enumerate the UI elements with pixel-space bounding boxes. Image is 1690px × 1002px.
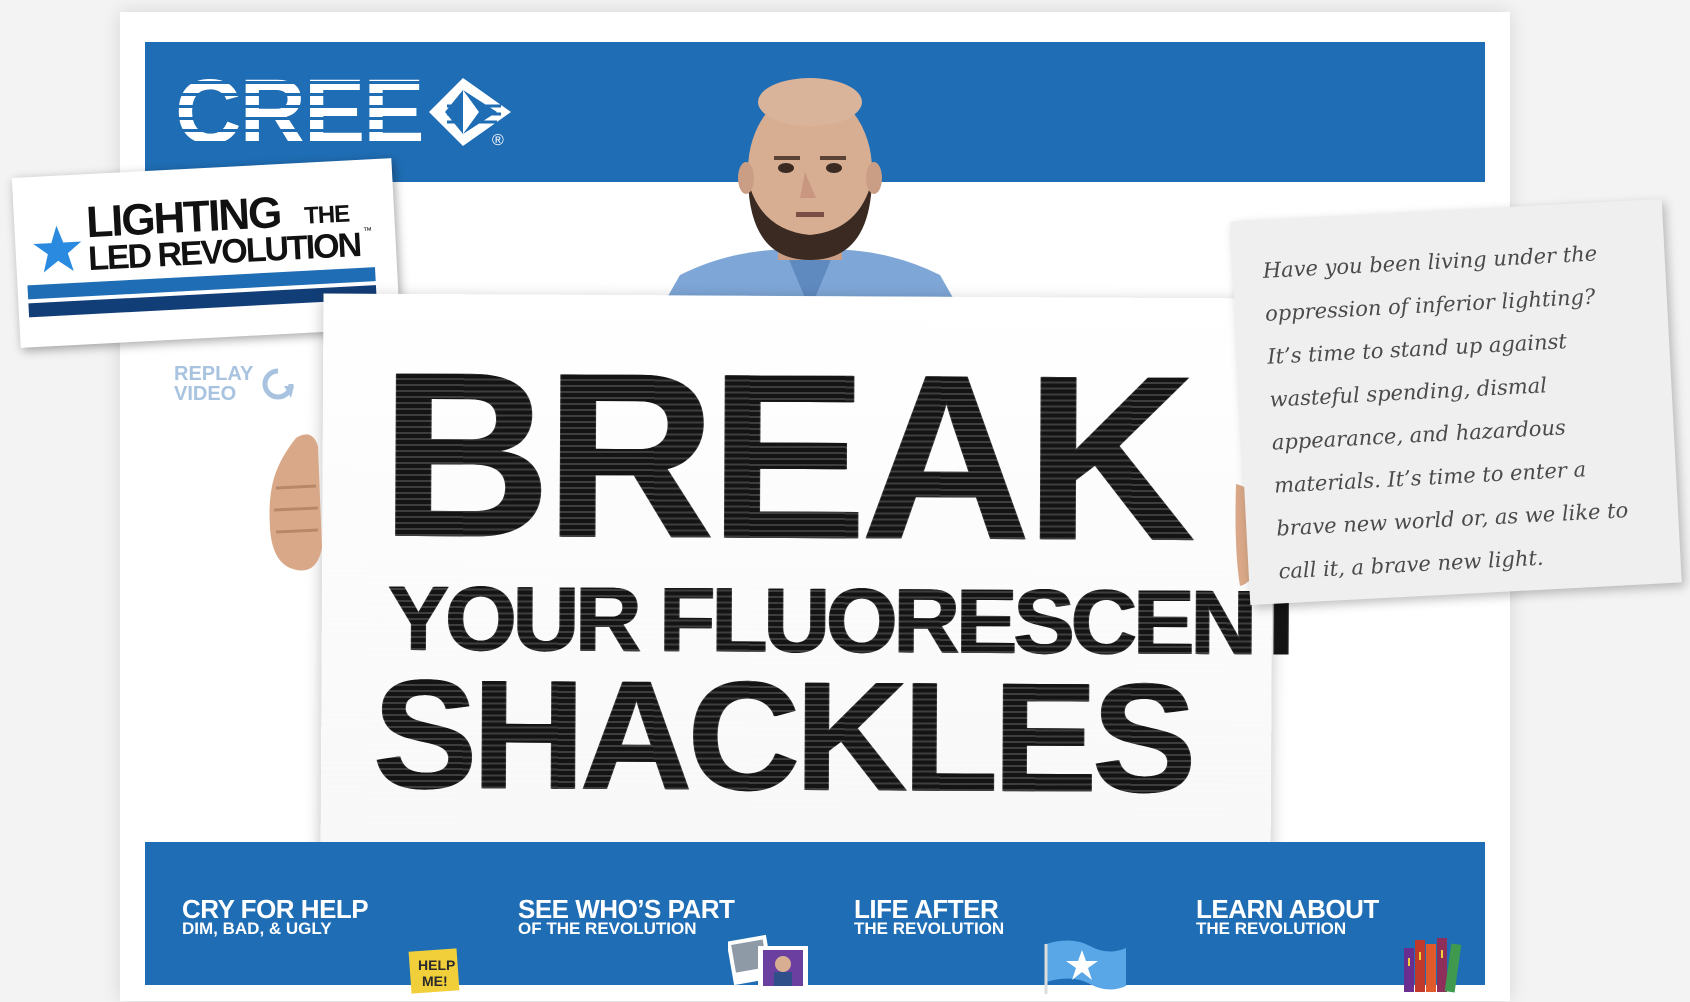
svg-text:HELP: HELP bbox=[418, 957, 455, 973]
man-portrait bbox=[660, 78, 960, 310]
replay-label: REPLAY VIDEO bbox=[174, 363, 254, 405]
left-hand bbox=[269, 434, 322, 571]
star-icon bbox=[33, 225, 82, 273]
logo-wordmark: CREE bbox=[175, 61, 425, 163]
registered-mark: ® bbox=[492, 132, 504, 149]
badge-trademark: ™ bbox=[362, 225, 373, 236]
nav-life-after[interactable]: LIFE AFTER THE REVOLUTION bbox=[854, 896, 1154, 994]
help-me-note-icon: HELP ME! bbox=[408, 948, 460, 994]
replay-icon bbox=[262, 368, 294, 400]
svg-text:ME!: ME! bbox=[422, 973, 448, 989]
manifesto-text: Have you been living under the oppressio… bbox=[1262, 241, 1629, 584]
books-icon bbox=[1404, 938, 1462, 993]
sign-headline-shackles: SHACKLES bbox=[372, 647, 1192, 827]
protest-sign: BREAK YOUR FLUORESCENT SHACKLES bbox=[320, 293, 1305, 883]
cree-logo[interactable]: CREE bbox=[175, 61, 513, 163]
nav-see-whos-part[interactable]: SEE WHO’S PART OF THE REVOLUTION bbox=[518, 896, 818, 1000]
star-flag-icon bbox=[1044, 940, 1126, 994]
photos-icon bbox=[728, 934, 808, 1000]
nav-cry-for-help[interactable]: CRY FOR HELP DIM, BAD, & UGLY HELP ME! bbox=[182, 896, 482, 994]
sign-headline-break: BREAK bbox=[380, 322, 1191, 592]
manifesto-note: Have you been living under the oppressio… bbox=[1230, 198, 1682, 606]
replay-video-button[interactable]: REPLAY VIDEO bbox=[174, 364, 296, 404]
nav-subtitle: THE REVOLUTION bbox=[854, 919, 1005, 938]
nav-learn-about[interactable]: LEARN ABOUT THE REVOLUTION bbox=[1196, 896, 1486, 993]
